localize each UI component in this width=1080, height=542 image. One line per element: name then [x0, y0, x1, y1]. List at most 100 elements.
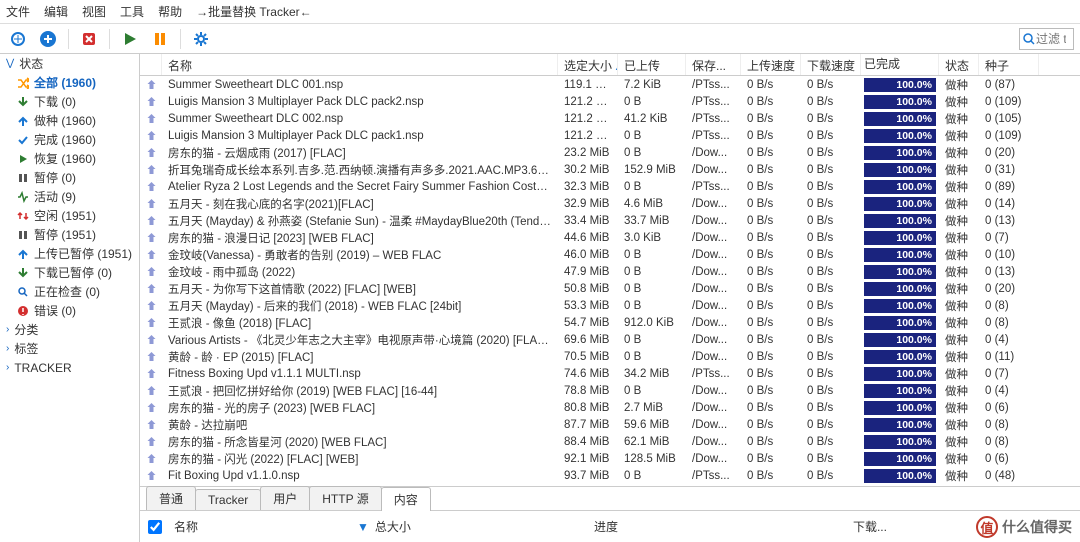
cell-name: Summer Sweetheart DLC 002.nsp [162, 112, 558, 126]
add-torrent-button[interactable] [34, 26, 62, 52]
cell-size: 23.2 MiB [558, 146, 618, 160]
table-row[interactable]: Summer Sweetheart DLC 001.nsp119.1 KiB7.… [140, 76, 1080, 93]
sidebar-item[interactable]: 活动 (9) [0, 187, 139, 206]
progress-bar: 100.0% [864, 146, 936, 160]
sidebar-item[interactable]: 暂停 (0) [0, 168, 139, 187]
settings-button[interactable] [187, 26, 215, 52]
table-row[interactable]: Fit Boxing Upd v1.1.0.nsp93.7 MiB0 B/PTs… [140, 467, 1080, 484]
sidebar: ⋁状态全部 (1960)下载 (0)做种 (1960)完成 (1960)恢复 (… [0, 54, 140, 542]
table-row[interactable]: 金玟岐(Vanessa) - 勇敢者的告别 (2019) – WEB FLAC4… [140, 246, 1080, 263]
content-col-progress[interactable]: 进度 [594, 518, 694, 535]
detail-tab-0[interactable]: 普通 [146, 486, 196, 510]
col-done[interactable]: 已完成 [861, 54, 939, 75]
sidebar-item[interactable]: 下载已暂停 (0) [0, 263, 139, 282]
table-row[interactable]: 房东的猫 - 闪光 (2022) [FLAC] [WEB]92.1 MiB128… [140, 450, 1080, 467]
content-col-dspd[interactable]: 下载... [853, 518, 913, 535]
col-name[interactable]: 名称 [162, 54, 558, 75]
cell-name: 房东的猫 - 闪光 (2022) [FLAC] [WEB] [162, 450, 558, 468]
table-row[interactable]: 折耳兔瑞奇成长绘本系列.吉多.范.西纳顿.演播有声多多.2021.AAC.MP3… [140, 161, 1080, 178]
sidebar-item-label: 下载已暂停 (0) [34, 264, 112, 281]
sidebar-section-标签[interactable]: ›标签 [0, 339, 139, 358]
table-row[interactable]: 五月天 (Mayday) - 后来的我们 (2018) - WEB FLAC [… [140, 297, 1080, 314]
sidebar-section-状态[interactable]: ⋁状态 [0, 54, 139, 73]
col-status[interactable]: 状态 [939, 54, 979, 75]
sidebar-item[interactable]: 恢复 (1960) [0, 149, 139, 168]
table-row[interactable]: Luigis Mansion 3 Multiplayer Pack DLC pa… [140, 93, 1080, 110]
sidebar-item[interactable]: 上传已暂停 (1951) [0, 244, 139, 263]
cell-status: 做种 [939, 144, 979, 162]
detail-tab-3[interactable]: HTTP 源 [309, 486, 381, 510]
menu-file[interactable]: 文件 [6, 3, 30, 20]
col-save-path[interactable]: 保存... [686, 54, 741, 75]
cell-seeds: 0 (11) [979, 350, 1039, 364]
cell-uploaded: 62.1 MiB [618, 435, 686, 449]
add-link-button[interactable] [4, 26, 32, 52]
table-row[interactable]: 房东的猫 - 云烟成雨 (2017) [FLAC]23.2 MiB0 B/Dow… [140, 144, 1080, 161]
table-row[interactable]: 王贰浪 - 把回忆拼好给你 (2019) [WEB FLAC] [16-44]7… [140, 382, 1080, 399]
cell-name: 五月天 (Mayday) - 后来的我们 (2018) - WEB FLAC [… [162, 297, 558, 315]
col-down-speed[interactable]: 下载速度 [801, 54, 861, 75]
content-col-size[interactable]: 总大小 [375, 518, 435, 535]
col-size[interactable]: 选定大小▲ [558, 54, 618, 75]
table-row[interactable]: 黄龄 - 达拉崩吧87.7 MiB59.6 MiB/Dow...0 B/s0 B… [140, 416, 1080, 433]
sidebar-item[interactable]: 正在检查 (0) [0, 282, 139, 301]
content-col-name[interactable]: 名称 [174, 518, 198, 535]
cell-name: 王贰浪 - 像鱼 (2018) [FLAC] [162, 314, 558, 332]
cell-path: /PTss... [686, 180, 741, 194]
sidebar-item[interactable]: 下载 (0) [0, 92, 139, 111]
table-row[interactable]: 金玟岐 - 雨中孤岛 (2022)47.9 MiB0 B/Dow...0 B/s… [140, 263, 1080, 280]
menu-tools[interactable]: 工具 [120, 3, 144, 20]
table-row[interactable]: 五月天 - 刻在我心底的名字(2021)[FLAC]32.9 MiB4.6 Mi… [140, 195, 1080, 212]
detail-tab-2[interactable]: 用户 [260, 486, 310, 510]
torrent-list[interactable]: Summer Sweetheart DLC 001.nsp119.1 KiB7.… [140, 76, 1080, 486]
col-seeds[interactable]: 种子 [979, 54, 1039, 75]
sidebar-item[interactable]: 错误 (0) [0, 301, 139, 320]
menu-batch-tracker[interactable]: →批量替换 Tracker← [196, 3, 312, 20]
menu-view[interactable]: 视图 [82, 3, 106, 20]
resume-button[interactable] [116, 26, 144, 52]
detail-tab-4[interactable]: 内容 [381, 487, 431, 511]
table-row[interactable]: Various Artists - 《北灵少年志之大主宰》电视原声带·心境篇 (… [140, 331, 1080, 348]
cell-size: 32.3 MiB [558, 180, 618, 194]
table-row[interactable]: 房东的猫 - 所念皆星河 (2020) [WEB FLAC]88.4 MiB62… [140, 433, 1080, 450]
filter-box[interactable] [1019, 28, 1074, 50]
cell-dspd: 0 B/s [801, 452, 861, 466]
col-up-speed[interactable]: 上传速度 [741, 54, 801, 75]
table-row[interactable]: Fitness Boxing Upd v1.1.1 MULTI.nsp74.6 … [140, 365, 1080, 382]
sidebar-section-分类[interactable]: ›分类 [0, 320, 139, 339]
cell-seeds: 0 (20) [979, 282, 1039, 296]
sidebar-item[interactable]: 暂停 (1951) [0, 225, 139, 244]
content-select-all[interactable] [148, 520, 162, 534]
table-row[interactable]: 五月天 - 为你写下这首情歌 (2022) [FLAC] [WEB]50.8 M… [140, 280, 1080, 297]
sidebar-item[interactable]: 空闲 (1951) [0, 206, 139, 225]
table-row[interactable]: Luigis Mansion 3 Multiplayer Pack DLC pa… [140, 127, 1080, 144]
cell-size: 74.6 MiB [558, 367, 618, 381]
filter-input[interactable] [1036, 32, 1066, 46]
pause-button[interactable] [146, 26, 174, 52]
table-row[interactable]: Summer Sweetheart DLC 002.nsp121.2 KiB41… [140, 110, 1080, 127]
cell-path: /Dow... [686, 248, 741, 262]
cell-dspd: 0 B/s [801, 367, 861, 381]
cell-dspd: 0 B/s [801, 197, 861, 211]
menu-edit[interactable]: 编辑 [44, 3, 68, 20]
col-uploaded[interactable]: 已上传 [618, 54, 686, 75]
seeding-icon [146, 96, 157, 107]
table-row[interactable]: 房东的猫 - 浪漫日记 [2023] [WEB FLAC]44.6 MiB3.0… [140, 229, 1080, 246]
cell-uploaded: 0 B [618, 299, 686, 313]
table-row[interactable]: 王贰浪 - 像鱼 (2018) [FLAC]54.7 MiB912.0 KiB/… [140, 314, 1080, 331]
delete-button[interactable] [75, 26, 103, 52]
seeding-icon [146, 453, 157, 464]
table-row[interactable]: Atelier Ryza 2 Lost Legends and the Secr… [140, 178, 1080, 195]
cell-dspd: 0 B/s [801, 435, 861, 449]
table-row[interactable]: 房东的猫 - 光的房子 (2023) [WEB FLAC]80.8 MiB2.7… [140, 399, 1080, 416]
detail-tab-1[interactable]: Tracker [195, 489, 261, 510]
sidebar-section-TRACKER[interactable]: ›TRACKER [0, 358, 139, 377]
seeding-icon [146, 198, 157, 209]
sidebar-item[interactable]: 全部 (1960) [0, 73, 139, 92]
table-row[interactable]: 黄龄 - 龄 · EP (2015) [FLAC]70.5 MiB0 B/Dow… [140, 348, 1080, 365]
table-row[interactable]: 五月天 (Mayday) & 孙燕姿 (Stefanie Sun) - 温柔 #… [140, 212, 1080, 229]
sidebar-item[interactable]: 完成 (1960) [0, 130, 139, 149]
menu-help[interactable]: 帮助 [158, 3, 182, 20]
sidebar-item[interactable]: 做种 (1960) [0, 111, 139, 130]
cell-uploaded: 7.2 KiB [618, 78, 686, 92]
